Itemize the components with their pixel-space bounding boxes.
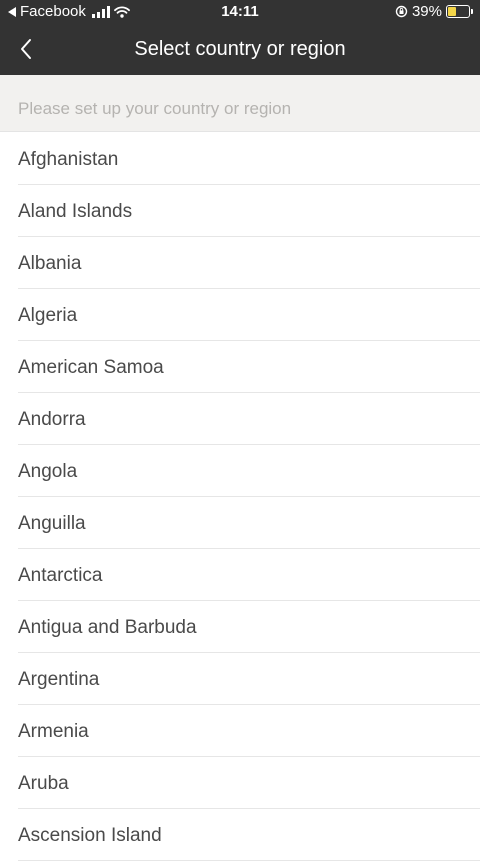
page-title: Select country or region <box>134 38 346 60</box>
battery-fill <box>448 7 456 16</box>
list-item[interactable]: Ascension Island <box>0 809 480 861</box>
country-name: Aland Islands <box>18 201 133 222</box>
country-list: Afghanistan Aland Islands Albania Algeria Am… <box>0 133 480 861</box>
status-right: 39% <box>395 3 473 20</box>
country-name: Argentina <box>18 669 100 690</box>
list-item[interactable]: Albania <box>0 237 480 289</box>
list-item[interactable]: Argentina <box>0 653 480 705</box>
country-name: Afghanistan <box>18 149 119 170</box>
country-name: Aruba <box>18 773 69 794</box>
list-item[interactable]: Aland Islands <box>0 185 480 237</box>
header: Facebook 14:11 39% Select country or reg… <box>0 0 480 75</box>
battery-percent: 39% <box>411 3 442 20</box>
country-name: American Samoa <box>18 357 164 378</box>
status-bar: Facebook 14:11 39% <box>0 0 480 24</box>
country-name: Angola <box>18 461 78 482</box>
search-bar[interactable]: Please set up your country or region <box>0 75 480 132</box>
orientation-lock-icon <box>395 5 408 18</box>
country-name: Algeria <box>18 305 78 326</box>
list-item[interactable]: Anguilla <box>0 497 480 549</box>
country-name: Ascension Island <box>18 825 162 846</box>
list-item[interactable]: Algeria <box>0 289 480 341</box>
nav-bar: Select country or region <box>0 24 480 75</box>
list-item[interactable]: Antigua and Barbuda <box>0 601 480 653</box>
country-name: Antigua and Barbuda <box>18 617 197 638</box>
list-item[interactable]: American Samoa <box>0 341 480 393</box>
list-item[interactable]: Armenia <box>0 705 480 757</box>
country-name: Andorra <box>18 409 86 430</box>
country-name: Armenia <box>18 721 89 742</box>
battery-charging-icon <box>446 5 473 18</box>
country-name: Anguilla <box>18 513 86 534</box>
country-name: Antarctica <box>18 565 103 586</box>
list-item[interactable]: Afghanistan <box>0 133 480 185</box>
list-item[interactable]: Aruba <box>0 757 480 809</box>
search-hint: Please set up your country or region <box>18 99 292 118</box>
list-item[interactable]: Andorra <box>0 393 480 445</box>
list-item[interactable]: Antarctica <box>0 549 480 601</box>
country-name: Albania <box>18 253 82 274</box>
list-item[interactable]: Angola <box>0 445 480 497</box>
